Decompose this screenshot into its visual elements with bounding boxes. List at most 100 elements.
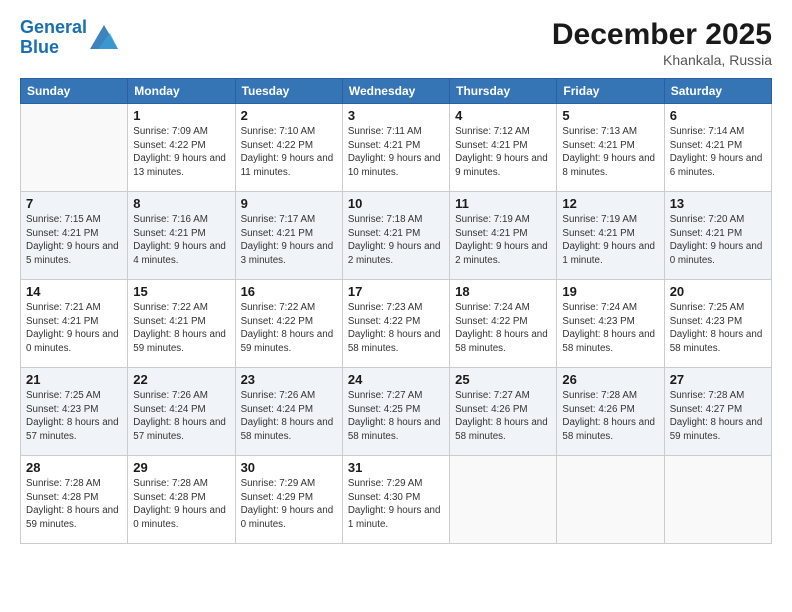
sunrise-text: Sunrise: 7:20 AM: [670, 214, 745, 225]
calendar-day-cell: 29Sunrise: 7:28 AMSunset: 4:28 PMDayligh…: [128, 456, 235, 544]
day-info: Sunrise: 7:24 AMSunset: 4:23 PMDaylight:…: [562, 301, 658, 356]
calendar-day-cell: 27Sunrise: 7:28 AMSunset: 4:27 PMDayligh…: [664, 368, 771, 456]
calendar-day-cell: 20Sunrise: 7:25 AMSunset: 4:23 PMDayligh…: [664, 280, 771, 368]
day-of-week-header: Wednesday: [342, 79, 449, 104]
calendar-week-row: 1Sunrise: 7:09 AMSunset: 4:22 PMDaylight…: [21, 104, 772, 192]
day-info: Sunrise: 7:14 AMSunset: 4:21 PMDaylight:…: [670, 125, 766, 180]
calendar-day-cell: 31 Sunrise: 7:29 AMSunset: 4:30 PMDayligh…: [342, 456, 449, 544]
day-number: 14: [26, 284, 122, 299]
day-number: 26: [562, 372, 658, 387]
daylight-text: Daylight: 9 hours and 3 minutes.: [241, 241, 334, 266]
calendar-day-cell: 21Sunrise: 7:25 AMSunset: 4:23 PMDayligh…: [21, 368, 128, 456]
daylight-text: Daylight: 9 hours and 6 minutes.: [670, 153, 763, 178]
sunrise-text: Sunrise: 7:27 AM: [455, 390, 530, 401]
day-number: 19: [562, 284, 658, 299]
day-info: Sunrise: 7:21 AMSunset: 4:21 PMDaylight:…: [26, 301, 122, 356]
sunrise-text: Sunrise: 7:25 AM: [670, 302, 745, 313]
day-number: 3: [348, 108, 444, 123]
day-info: Sunrise: 7:24 AMSunset: 4:22 PMDaylight:…: [455, 301, 551, 356]
sunset-text: Sunset: 4:21 PM: [133, 316, 205, 327]
daylight-text: Daylight: 9 hours and 0 minutes.: [670, 241, 763, 266]
calendar-day-cell: 3 Sunrise: 7:11 AMSunset: 4:21 PMDaylight…: [342, 104, 449, 192]
calendar-day-cell: 11 Sunrise: 7:19 AMSunset: 4:21 PMDayligh…: [450, 192, 557, 280]
calendar-day-cell: 2Sunrise: 7:10 AMSunset: 4:22 PMDaylight…: [235, 104, 342, 192]
calendar-day-cell: [557, 456, 664, 544]
day-number: 27: [670, 372, 766, 387]
calendar-day-cell: [21, 104, 128, 192]
day-info: Sunrise: 7:10 AMSunset: 4:22 PMDaylight:…: [241, 125, 337, 180]
daylight-text: Daylight: 9 hours and 0 minutes.: [26, 329, 119, 354]
calendar-day-cell: [664, 456, 771, 544]
day-info: Sunrise: 7:19 AMSunset: 4:21 PMDaylight:…: [562, 213, 658, 268]
sunrise-text: Sunrise: 7:29 AM: [241, 478, 316, 489]
day-info: Sunrise: 7:29 AMSunset: 4:30 PMDaylight:…: [348, 477, 444, 532]
sunrise-text: Sunrise: 7:18 AM: [348, 214, 423, 225]
sunset-text: Sunset: 4:21 PM: [562, 140, 634, 151]
sunset-text: Sunset: 4:21 PM: [670, 228, 742, 239]
sunrise-text: Sunrise: 7:22 AM: [133, 302, 208, 313]
calendar-week-row: 28Sunrise: 7:28 AMSunset: 4:28 PMDayligh…: [21, 456, 772, 544]
day-info: Sunrise: 7:12 AMSunset: 4:21 PMDaylight:…: [455, 125, 551, 180]
sunset-text: Sunset: 4:22 PM: [455, 316, 527, 327]
day-number: 5: [562, 108, 658, 123]
day-number: 9: [241, 196, 337, 211]
day-info: Sunrise: 7:13 AMSunset: 4:21 PMDaylight:…: [562, 125, 658, 180]
sunrise-text: Sunrise: 7:13 AM: [562, 126, 637, 137]
day-info: Sunrise: 7:18 AMSunset: 4:21 PMDaylight:…: [348, 213, 444, 268]
sunrise-text: Sunrise: 7:27 AM: [348, 390, 423, 401]
day-of-week-header: Friday: [557, 79, 664, 104]
sunset-text: Sunset: 4:22 PM: [133, 140, 205, 151]
day-info: Sunrise: 7:17 AM Sunset: 4:21 PM Daylight:…: [241, 213, 337, 268]
sunrise-text: Sunrise: 7:15 AM: [26, 214, 101, 225]
header: GeneralBlue December 2025 Khankala, Russ…: [20, 18, 772, 68]
daylight-text: Daylight: 8 hours and 58 minutes.: [348, 417, 441, 442]
daylight-text: Daylight: 9 hours and 2 minutes.: [455, 241, 548, 266]
day-number: 31: [348, 460, 444, 475]
sunset-text: Sunset: 4:22 PM: [241, 140, 313, 151]
calendar-day-cell: 8Sunrise: 7:16 AMSunset: 4:21 PMDaylight…: [128, 192, 235, 280]
calendar-week-row: 7Sunrise: 7:15 AMSunset: 4:21 PMDaylight…: [21, 192, 772, 280]
logo: GeneralBlue: [20, 18, 118, 58]
sunrise-text: Sunrise: 7:28 AM: [26, 478, 101, 489]
day-info: Sunrise: 7:19 AMSunset: 4:21 PMDaylight:…: [455, 213, 551, 268]
sunrise-text: Sunrise: 7:11 AM: [348, 126, 422, 137]
daylight-text: Daylight: 8 hours and 59 minutes.: [670, 417, 763, 442]
daylight-text: Daylight: 9 hours and 4 minutes.: [133, 241, 226, 266]
day-number: 10: [348, 196, 444, 211]
sunrise-text: Sunrise: 7:25 AM: [26, 390, 101, 401]
sunset-text: Sunset: 4:22 PM: [348, 316, 420, 327]
calendar-day-cell: 17Sunrise: 7:23 AMSunset: 4:22 PMDayligh…: [342, 280, 449, 368]
sunset-text: Sunset: 4:29 PM: [241, 492, 313, 503]
calendar-day-cell: 19 Sunrise: 7:24 AMSunset: 4:23 PMDayligh…: [557, 280, 664, 368]
sunrise-text: Sunrise: 7:17 AM: [241, 214, 316, 225]
sunrise-text: Sunrise: 7:19 AM: [562, 214, 637, 225]
calendar-day-cell: 12Sunrise: 7:19 AMSunset: 4:21 PMDayligh…: [557, 192, 664, 280]
day-info: Sunrise: 7:11 AMSunset: 4:21 PMDaylight:…: [348, 125, 444, 180]
sunset-text: Sunset: 4:21 PM: [241, 228, 313, 239]
calendar-day-cell: 26 Sunrise: 7:28 AMSunset: 4:26 PMDayligh…: [557, 368, 664, 456]
day-info: Sunrise: 7:28 AMSunset: 4:26 PMDaylight:…: [562, 389, 658, 444]
calendar-header-row: SundayMondayTuesdayWednesdayThursdayFrid…: [21, 79, 772, 104]
day-number: 11: [455, 196, 551, 211]
day-number: 18: [455, 284, 551, 299]
calendar-day-cell: 18 Sunrise: 7:24 AMSunset: 4:22 PMDayligh…: [450, 280, 557, 368]
sunset-text: Sunset: 4:23 PM: [670, 316, 742, 327]
daylight-text: Daylight: 8 hours and 59 minutes.: [26, 505, 119, 530]
sunset-text: Sunset: 4:28 PM: [26, 492, 98, 503]
calendar-day-cell: 4Sunrise: 7:12 AMSunset: 4:21 PMDaylight…: [450, 104, 557, 192]
calendar-day-cell: 1Sunrise: 7:09 AMSunset: 4:22 PMDaylight…: [128, 104, 235, 192]
day-number: 30: [241, 460, 337, 475]
day-info: Sunrise: 7:26 AMSunset: 4:24 PMDaylight:…: [241, 389, 337, 444]
calendar-day-cell: 7Sunrise: 7:15 AMSunset: 4:21 PMDaylight…: [21, 192, 128, 280]
sunrise-text: Sunrise: 7:12 AM: [455, 126, 530, 137]
sunrise-text: Sunrise: 7:26 AM: [133, 390, 208, 401]
daylight-text: Daylight: 8 hours and 57 minutes.: [133, 417, 226, 442]
calendar-day-cell: 25Sunrise: 7:27 AMSunset: 4:26 PMDayligh…: [450, 368, 557, 456]
calendar-week-row: 14 Sunrise: 7:21 AMSunset: 4:21 PMDayligh…: [21, 280, 772, 368]
sunrise-text: Sunrise: 7:23 AM: [348, 302, 423, 313]
sunset-text: Sunset: 4:21 PM: [348, 228, 420, 239]
daylight-text: Daylight: 9 hours and 10 minutes.: [348, 153, 441, 178]
sunset-text: Sunset: 4:27 PM: [670, 404, 742, 415]
sunrise-text: Sunrise: 7:09 AM: [133, 126, 208, 137]
sunrise-text: Sunrise: 7:28 AM: [133, 478, 208, 489]
